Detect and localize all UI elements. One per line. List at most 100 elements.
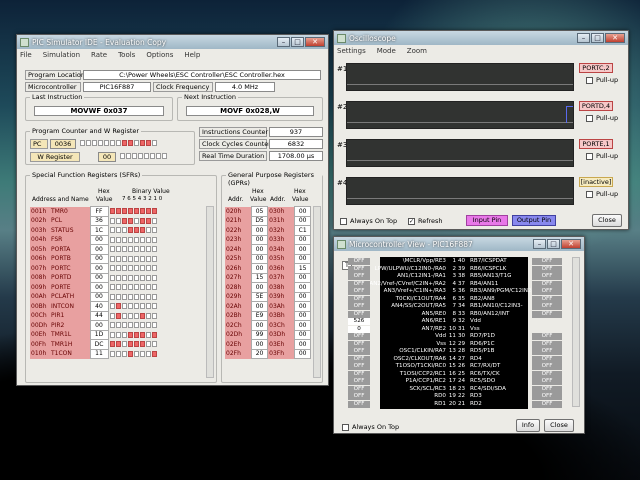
- bit-cell[interactable]: [127, 303, 133, 310]
- bit-cell[interactable]: [133, 303, 139, 310]
- bit-cell[interactable]: [116, 140, 121, 146]
- bit-cell[interactable]: [140, 140, 145, 146]
- pin-state-left[interactable]: OFF: [348, 355, 370, 363]
- bit-cell[interactable]: [121, 246, 127, 253]
- bit-cell[interactable]: [152, 140, 157, 146]
- bit-cell[interactable]: [145, 246, 151, 253]
- pin-selector[interactable]: [inactive]: [579, 177, 613, 187]
- pin-state-right[interactable]: OFF: [532, 393, 562, 400]
- bit-cell[interactable]: [145, 293, 151, 300]
- pin-state-left[interactable]: OFF: [348, 378, 370, 385]
- scope-menu-mode[interactable]: Mode: [377, 47, 396, 55]
- pullup-option[interactable]: Pull-up: [586, 152, 618, 160]
- bit-cell[interactable]: [127, 274, 133, 281]
- bit-cell[interactable]: [98, 140, 103, 146]
- gpr-hex-value[interactable]: 00: [294, 329, 311, 340]
- bit-cell[interactable]: [132, 153, 137, 159]
- gpr-hex-value[interactable]: 05: [250, 206, 269, 217]
- bit-cell[interactable]: [127, 293, 133, 300]
- pin-state-left[interactable]: OFF: [348, 280, 370, 288]
- gpr-hex-value[interactable]: 00: [294, 244, 311, 255]
- bit-cell[interactable]: [109, 350, 115, 357]
- scope-always-on-top-checkbox[interactable]: [340, 217, 347, 225]
- bit-cell[interactable]: [109, 274, 115, 281]
- refresh-checkbox[interactable]: ✓: [408, 217, 415, 225]
- pin-state-right[interactable]: OFF: [532, 378, 562, 385]
- bit-cell[interactable]: [121, 208, 127, 215]
- mcu-always-on-top-checkbox[interactable]: [342, 423, 349, 431]
- bit-cell[interactable]: [115, 312, 121, 319]
- gpr-hex-value[interactable]: 5E: [250, 291, 269, 302]
- bit-cell[interactable]: [145, 255, 151, 262]
- bit-cell[interactable]: [162, 153, 167, 159]
- pin-state-right[interactable]: OFF: [532, 385, 562, 393]
- bit-cell[interactable]: [139, 236, 145, 243]
- binary-value[interactable]: [109, 265, 202, 272]
- bit-cell[interactable]: [127, 350, 133, 357]
- bit-cell[interactable]: [133, 322, 139, 329]
- bit-cell[interactable]: [121, 341, 127, 348]
- bit-cell[interactable]: [139, 312, 145, 319]
- bit-cell[interactable]: [128, 140, 133, 146]
- bit-cell[interactable]: [121, 331, 127, 338]
- bit-cell[interactable]: [109, 341, 115, 348]
- bit-cell[interactable]: [151, 293, 157, 300]
- bit-cell[interactable]: [139, 274, 145, 281]
- menu-item-simulation[interactable]: Simulation: [43, 51, 80, 59]
- bit-cell[interactable]: [115, 255, 121, 262]
- pin-state-left[interactable]: OFF: [348, 370, 370, 378]
- pin-selector[interactable]: PORTE,1: [579, 139, 613, 149]
- binary-value[interactable]: [109, 312, 202, 319]
- pullup-checkbox[interactable]: [586, 190, 593, 198]
- pin-state-left[interactable]: OFF: [348, 333, 370, 340]
- gpr-hex-value[interactable]: 00: [294, 310, 311, 321]
- bit-cell[interactable]: [115, 274, 121, 281]
- bit-cell[interactable]: [109, 217, 115, 224]
- scope-close-btn[interactable]: Close: [592, 214, 622, 227]
- pin-state-left[interactable]: OFF: [348, 273, 370, 280]
- bit-cell[interactable]: [133, 255, 139, 262]
- binary-value[interactable]: [109, 331, 202, 338]
- gpr-hex-value[interactable]: 15: [294, 263, 311, 274]
- pin-state-left[interactable]: 0: [348, 325, 370, 333]
- pin-state-left[interactable]: OFF: [348, 295, 370, 303]
- pin-state-left[interactable]: OFF: [348, 265, 370, 273]
- mcu-titlebar[interactable]: Microcontroller View - PIC16F887 – □ ✕: [334, 237, 584, 251]
- sfr-hex-value[interactable]: 00: [89, 244, 109, 255]
- menu-item-file[interactable]: File: [20, 51, 32, 59]
- bit-cell[interactable]: [109, 303, 115, 310]
- bit-cell[interactable]: [115, 236, 121, 243]
- scope-menu-settings[interactable]: Settings: [337, 47, 366, 55]
- close-button[interactable]: ✕: [305, 37, 325, 47]
- minimize-button[interactable]: –: [277, 37, 290, 47]
- menu-item-rate[interactable]: Rate: [91, 51, 107, 59]
- bit-cell[interactable]: [109, 293, 115, 300]
- bit-cell[interactable]: [151, 312, 157, 319]
- pin-state-left[interactable]: OFF: [348, 288, 370, 295]
- pin-state-right[interactable]: OFF: [532, 355, 562, 363]
- pin-state-right[interactable]: OFF: [532, 295, 562, 303]
- binary-value[interactable]: [109, 236, 202, 243]
- bit-cell[interactable]: [139, 208, 145, 215]
- bit-cell[interactable]: [104, 140, 109, 146]
- main-titlebar[interactable]: PIC Simulator IDE - Evaluation Copy – □ ✕: [17, 35, 328, 49]
- bit-cell[interactable]: [115, 246, 121, 253]
- sfr-hex-value[interactable]: 00: [89, 282, 109, 293]
- sfr-hex-value[interactable]: 00: [89, 263, 109, 274]
- bit-cell[interactable]: [145, 341, 151, 348]
- pin-state-right[interactable]: OFF: [532, 400, 562, 408]
- pin-state-right[interactable]: OFF: [532, 348, 562, 355]
- bit-cell[interactable]: [139, 293, 145, 300]
- bit-cell[interactable]: [121, 236, 127, 243]
- bit-cell[interactable]: [133, 293, 139, 300]
- pullup-checkbox[interactable]: [586, 114, 593, 122]
- mcu-close-button[interactable]: ✕: [561, 239, 581, 249]
- pin-state-right[interactable]: OFF: [532, 363, 562, 370]
- gpr-hex-value[interactable]: 00: [294, 301, 311, 312]
- bit-cell[interactable]: [115, 227, 121, 234]
- bit-cell[interactable]: [109, 255, 115, 262]
- bit-cell[interactable]: [139, 217, 145, 224]
- bit-cell[interactable]: [127, 265, 133, 272]
- bit-cell[interactable]: [139, 322, 145, 329]
- bit-cell[interactable]: [156, 153, 161, 159]
